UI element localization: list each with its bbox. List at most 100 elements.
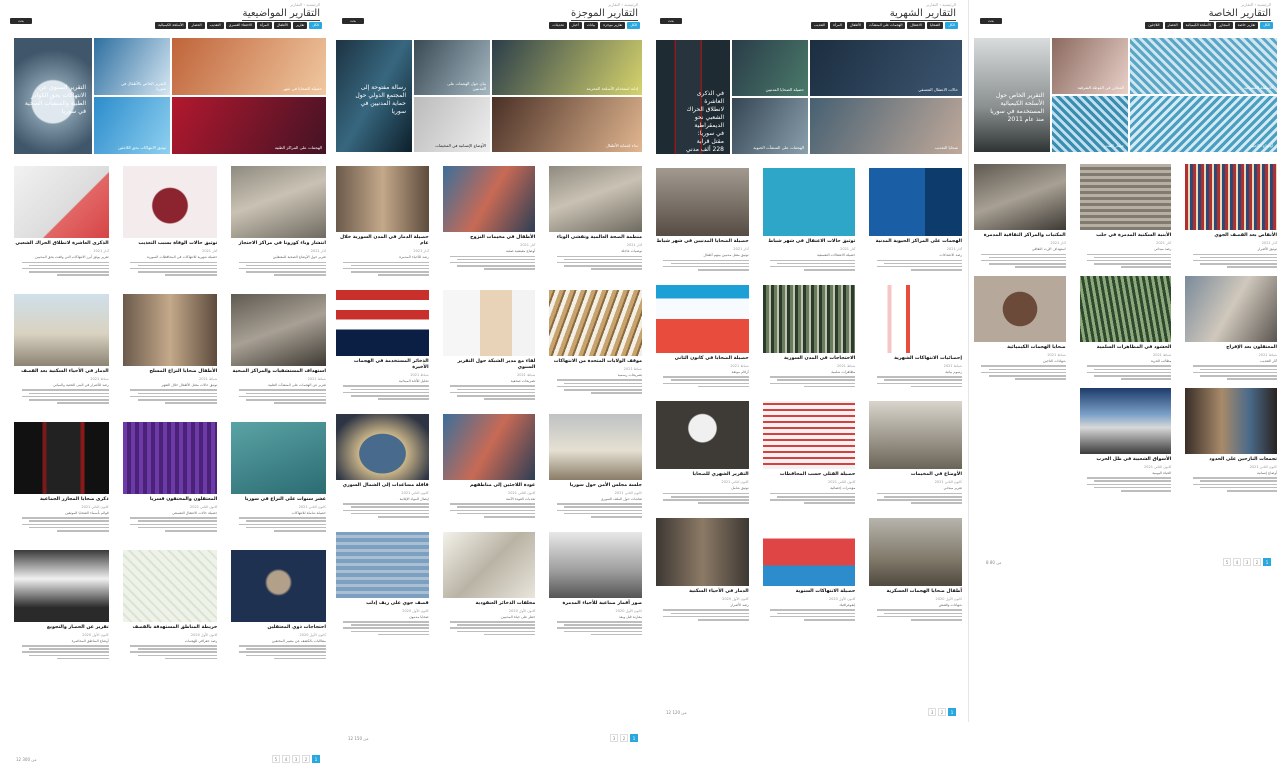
filter-chip[interactable]: الكل bbox=[1260, 22, 1273, 29]
report-title[interactable]: جلسة مجلس الأمن حول سوريا bbox=[549, 483, 642, 489]
filter-chip[interactable]: التعذيب bbox=[206, 22, 224, 29]
report-title[interactable]: لقاء مع مدير الشبكة حول التقرير السنوي bbox=[443, 359, 535, 371]
report-title[interactable]: الأطفال في مخيمات النزوح bbox=[443, 235, 535, 241]
report-card[interactable]: تقرير عن الحصار والتجويع كانون الأول 2020… bbox=[14, 549, 109, 660]
report-thumbnail[interactable] bbox=[231, 166, 326, 238]
page-button[interactable]: 3 bbox=[292, 755, 300, 763]
report-thumbnail[interactable] bbox=[869, 401, 962, 470]
filter-chip[interactable]: الهجمات على المنشآت bbox=[866, 22, 906, 29]
report-card[interactable]: الدمار في الأحياء السكنية بعد القصف شباط … bbox=[14, 293, 109, 404]
search-button[interactable]: بحث bbox=[660, 18, 682, 24]
report-title[interactable]: عودة اللاجئين إلى مناطقهم bbox=[443, 483, 535, 489]
report-thumbnail[interactable] bbox=[1185, 387, 1277, 454]
report-card[interactable]: مخلفات الذخائر العنقودية كانون الأول 2020… bbox=[442, 531, 536, 636]
report-card[interactable]: أطفال ضحايا الهجمات العسكرية كانون الأول … bbox=[869, 517, 962, 621]
report-title[interactable]: قافلة مساعدات إلى الشمال السوري bbox=[336, 483, 429, 489]
report-thumbnail[interactable] bbox=[974, 164, 1066, 230]
report-thumbnail[interactable] bbox=[14, 421, 109, 494]
page-button[interactable]: 2 bbox=[1253, 558, 1261, 566]
report-thumbnail[interactable] bbox=[974, 275, 1066, 342]
hero-feature[interactable]: التقرير السنوي عن الانتهاكات بحق الكوادر… bbox=[14, 38, 92, 154]
report-thumbnail[interactable] bbox=[336, 413, 429, 480]
report-thumbnail[interactable] bbox=[656, 168, 749, 236]
report-title[interactable]: الأسواق الشعبية في ظل الحرب bbox=[1080, 457, 1171, 463]
report-thumbnail[interactable] bbox=[1079, 387, 1172, 454]
search-button[interactable]: بحث bbox=[342, 18, 364, 24]
hero-tile[interactable]: إدانة استخدام الأسلحة المحرمة bbox=[492, 40, 642, 95]
report-title[interactable]: توثيق حالات الوفاة بسبب التعذيب bbox=[123, 241, 217, 247]
report-title[interactable]: خريطة المناطق المستهدفة بالقصف bbox=[123, 625, 217, 631]
hero-feature[interactable]: في الذكرى العاشرة لانطلاق الحراك الشعبي … bbox=[656, 40, 730, 154]
page-button-current[interactable]: 1 bbox=[948, 708, 956, 716]
report-card[interactable]: المعتقلون بعد الإفراج شباط 2021 آثار التعذ… bbox=[1185, 275, 1277, 380]
report-thumbnail[interactable] bbox=[762, 284, 856, 353]
report-card[interactable]: حصيلة الضحايا في كانون الثاني شباط 2021 أر… bbox=[656, 284, 749, 388]
report-title[interactable]: الهجمات على المراكز الحيوية المدنية bbox=[869, 239, 962, 245]
report-thumbnail[interactable] bbox=[656, 401, 749, 470]
page-button[interactable]: 5 bbox=[272, 755, 280, 763]
report-thumbnail[interactable] bbox=[549, 531, 642, 598]
report-card[interactable]: احتجاجات ذوي المعتقلين كانون الأول 2020 مط… bbox=[231, 549, 326, 660]
report-thumbnail[interactable] bbox=[869, 284, 962, 353]
hero-tile[interactable]: التقرير الخاص بالأطفال في سوريا bbox=[94, 38, 170, 95]
report-card[interactable]: حصيلة القتلى حسب المحافظات كانون الثاني 2… bbox=[762, 401, 856, 504]
report-thumbnail[interactable] bbox=[762, 517, 856, 586]
report-card[interactable]: منظمة الصحة العالمية وتفشي الوباء آذار 20… bbox=[549, 166, 642, 276]
page-button-current[interactable]: 1 bbox=[312, 755, 320, 763]
page-button[interactable]: 5 bbox=[1223, 558, 1231, 566]
report-title[interactable]: احتجاجات ذوي المعتقلين bbox=[231, 625, 326, 631]
report-title[interactable]: تجمعات النازحين على الحدود bbox=[1185, 457, 1277, 463]
report-card[interactable]: الأسواق الشعبية في ظل الحرب كانون الثاني … bbox=[1079, 387, 1172, 492]
report-thumbnail[interactable] bbox=[762, 168, 856, 236]
page-button[interactable]: 3 bbox=[1243, 558, 1251, 566]
hero-tile[interactable]: الهجمات على المراكز الطبية bbox=[172, 97, 326, 154]
report-thumbnail[interactable] bbox=[336, 289, 429, 356]
report-thumbnail[interactable] bbox=[1185, 164, 1277, 230]
report-card[interactable]: عشر سنوات على النزاع في سوريا كانون الثان… bbox=[231, 421, 326, 532]
report-title[interactable]: الدمار في الأحياء السكنية bbox=[656, 589, 749, 595]
report-card[interactable]: الحشود في المظاهرات السلمية شباط 2021 مطال… bbox=[1079, 275, 1172, 380]
report-title[interactable]: منظمة الصحة العالمية وتفشي الوباء bbox=[549, 235, 642, 241]
hero-tile[interactable]: نداء لحماية الأطفال bbox=[492, 97, 642, 152]
report-title[interactable]: الأطفال ضحايا النزاع المسلح bbox=[123, 369, 217, 375]
filter-chip[interactable]: الأسلحة الكيميائية bbox=[155, 22, 187, 29]
report-title[interactable]: المعتقلون بعد الإفراج bbox=[1185, 345, 1277, 351]
report-card[interactable]: موقف الولايات المتحدة من الانتهاكات شباط … bbox=[549, 289, 642, 400]
report-title[interactable]: انتشار وباء كورونا في مراكز الاحتجاز bbox=[231, 241, 326, 247]
filter-chip[interactable]: الضحايا bbox=[926, 22, 944, 29]
page-button-current[interactable]: 1 bbox=[1263, 558, 1271, 566]
hero-tile[interactable]: توثيق الانتهاكات بحق اللاجئين bbox=[94, 97, 170, 154]
report-thumbnail[interactable] bbox=[869, 168, 962, 236]
report-thumbnail[interactable] bbox=[656, 517, 749, 586]
page-button[interactable]: 2 bbox=[938, 708, 946, 716]
report-thumbnail[interactable] bbox=[1079, 275, 1172, 342]
hero-tile[interactable]: الهجمات على المنشآت الحيوية bbox=[732, 98, 808, 154]
hero-tile[interactable]: بيان حول الهجمات على المدنيين bbox=[414, 40, 490, 95]
filter-chip[interactable]: المرأة bbox=[257, 22, 272, 29]
report-title[interactable]: ذكرى ضحايا المجازر الجماعية bbox=[14, 497, 109, 503]
report-title[interactable]: المعتقلون والمختفون قسريا bbox=[123, 497, 217, 503]
breadcrumb[interactable]: الرئيسية › التقارير bbox=[290, 2, 320, 7]
report-thumbnail[interactable] bbox=[762, 401, 856, 470]
report-thumbnail[interactable] bbox=[549, 289, 642, 356]
page-button[interactable]: 2 bbox=[620, 734, 628, 742]
filter-chip[interactable]: اللاجئين bbox=[1145, 22, 1163, 29]
report-card[interactable]: التقرير الشهري للضحايا كانون الثاني 2021 ت… bbox=[656, 401, 749, 504]
report-thumbnail[interactable] bbox=[869, 517, 962, 586]
report-card[interactable]: لقاء مع مدير الشبكة حول التقرير السنوي شب… bbox=[442, 289, 536, 400]
report-title[interactable]: حصيلة الانتهاكات السنوية bbox=[763, 589, 856, 595]
filter-chip[interactable]: الاختفاء القسري bbox=[225, 22, 255, 29]
hero-tile[interactable]: حصيلة الضحايا المدنيين bbox=[732, 40, 808, 96]
search-button[interactable]: بحث bbox=[10, 18, 32, 24]
report-thumbnail[interactable] bbox=[14, 166, 109, 238]
report-thumbnail[interactable] bbox=[14, 549, 109, 622]
report-card[interactable]: جلسة مجلس الأمن حول سوريا كانون الثاني 20… bbox=[549, 413, 642, 518]
report-thumbnail[interactable] bbox=[549, 166, 642, 232]
report-card[interactable]: الذخائر المستخدمة في الهجمات الأخيرة شباط… bbox=[336, 289, 429, 400]
report-thumbnail[interactable] bbox=[231, 549, 326, 622]
report-card[interactable]: صور أقمار صناعية للأحياء المدمرة كانون ال… bbox=[549, 531, 642, 636]
filter-chip[interactable]: تقارير bbox=[292, 22, 308, 29]
report-title[interactable]: حصيلة الدمار في المدن السورية خلال عام bbox=[336, 235, 429, 247]
report-title[interactable]: حصيلة الضحايا المدنيين في شهر شباط bbox=[656, 239, 748, 245]
page-button[interactable]: 3 bbox=[610, 734, 618, 742]
